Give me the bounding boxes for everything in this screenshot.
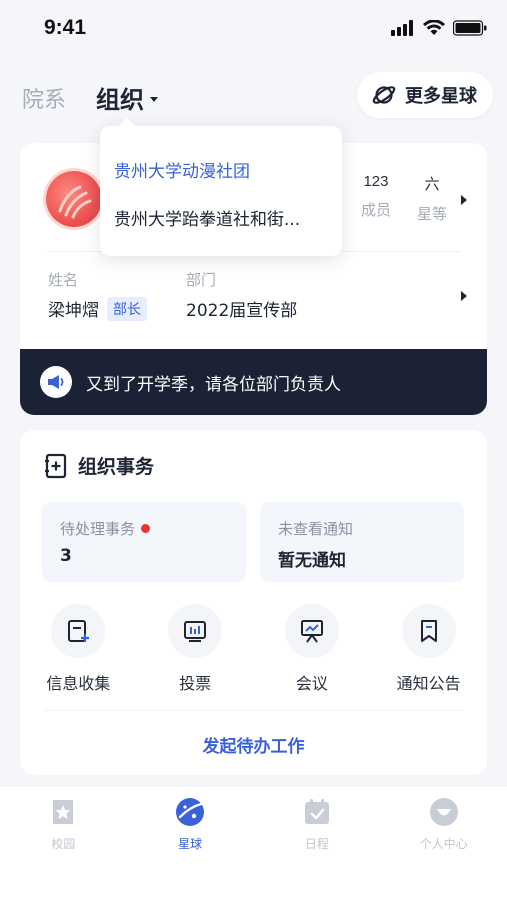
tab-organization-label: 组织 [96,86,144,114]
bookmark-icon [401,604,456,658]
organization-affairs-card: 组织事务 待处理事务 3 未查看通知 暂无通知 信息收集 投票 会议 通知公告 … [20,430,487,775]
stat-label: 成员 [360,201,391,219]
tab-label: 星球 [178,837,203,851]
affairs-header: 组织事务 [44,452,154,479]
signal-icon [391,20,413,36]
document-add-icon [45,453,67,478]
unread-notices-label: 未查看通知 [278,520,354,538]
quick-action-announcement[interactable]: 通知公告 [370,604,487,694]
campus-icon [46,795,80,829]
chevron-right-icon[interactable] [461,291,467,301]
caret-down-icon [150,97,158,102]
tab-organization[interactable]: 组织 [96,80,158,115]
notice-bar[interactable]: 又到了开学季，请各位部门负责人 [20,349,487,415]
pending-affairs-label-row: 待处理事务 [60,518,151,539]
bottom-tab-bar: 校园 星球 日程 个人中心 [0,787,507,900]
wifi-icon [423,20,445,35]
dropdown-item-selected[interactable]: 贵州大学动漫社团 [114,157,250,182]
dropdown-item[interactable]: 贵州大学跆拳道社和街... [114,205,300,230]
tab-label: 个人中心 [419,837,468,851]
tab-label: 日程 [304,837,329,851]
stat-star-level: 六 星等 [417,173,447,224]
quick-actions: 信息收集 投票 会议 通知公告 [20,604,487,694]
pending-affairs-label: 待处理事务 [60,520,136,538]
affairs-title: 组织事务 [78,456,155,478]
pending-affairs-box[interactable]: 待处理事务 3 [42,502,246,582]
planet-icon [372,86,396,104]
quick-action-vote[interactable]: 投票 [137,604,254,694]
status-icons [391,20,487,36]
form-add-icon [51,604,106,658]
megaphone-icon [40,366,72,398]
top-navigation: 院系 组织 更多星球 [0,72,507,122]
quick-action-label: 投票 [179,674,212,693]
stat-members: 123 成员 [361,173,391,224]
status-bar: 9:41 [0,0,507,56]
profile-icon [427,795,461,829]
notice-text: 又到了开学季，请各位部门负责人 [86,374,341,395]
stat-label: 星等 [416,205,447,223]
presentation-icon [284,604,339,658]
planet-tab-icon [173,795,207,829]
organization-logo [46,171,102,227]
tab-department[interactable]: 院系 [22,82,66,114]
unread-notices-value: 暂无通知 [278,551,346,571]
chevron-right-icon[interactable] [461,195,467,205]
stat-value: 六 [424,176,440,193]
divider [44,710,463,711]
quick-action-label: 通知公告 [396,674,461,693]
department-value: 2022届宣传部 [186,301,298,321]
person-name: 梁坤熠 [48,301,99,321]
quick-action-label: 会议 [295,674,328,693]
role-badge: 部长 [107,296,147,321]
dropdown-arrow [118,118,136,127]
tab-planet[interactable]: 星球 [127,787,254,900]
tab-label: 校园 [51,837,76,851]
status-time: 9:41 [44,16,87,39]
tab-profile[interactable]: 个人中心 [380,787,507,900]
quick-action-meeting[interactable]: 会议 [254,604,371,694]
quick-action-info-collect[interactable]: 信息收集 [20,604,137,694]
quick-action-label: 信息收集 [46,674,111,693]
unread-notices-box[interactable]: 未查看通知 暂无通知 [260,502,464,582]
alert-dot [141,524,151,533]
pending-affairs-count: 3 [60,546,72,566]
organization-dropdown: 贵州大学动漫社团 贵州大学跆拳道社和街... [100,118,342,256]
vote-icon [168,604,223,658]
person-name-row: 梁坤熠 部长 [48,296,147,321]
stat-value: 123 [363,173,389,190]
tab-schedule[interactable]: 日程 [254,787,381,900]
start-todo-link[interactable]: 发起待办工作 [20,732,487,757]
tab-campus[interactable]: 校园 [0,787,127,900]
more-planets-button[interactable]: 更多星球 [357,72,493,118]
name-label: 姓名 [48,271,79,289]
organization-stats: 123 成员 六 星等 [361,173,447,224]
more-planets-label: 更多星球 [405,86,477,107]
battery-icon [453,20,487,36]
department-label: 部门 [186,271,217,289]
calendar-icon [300,795,334,829]
